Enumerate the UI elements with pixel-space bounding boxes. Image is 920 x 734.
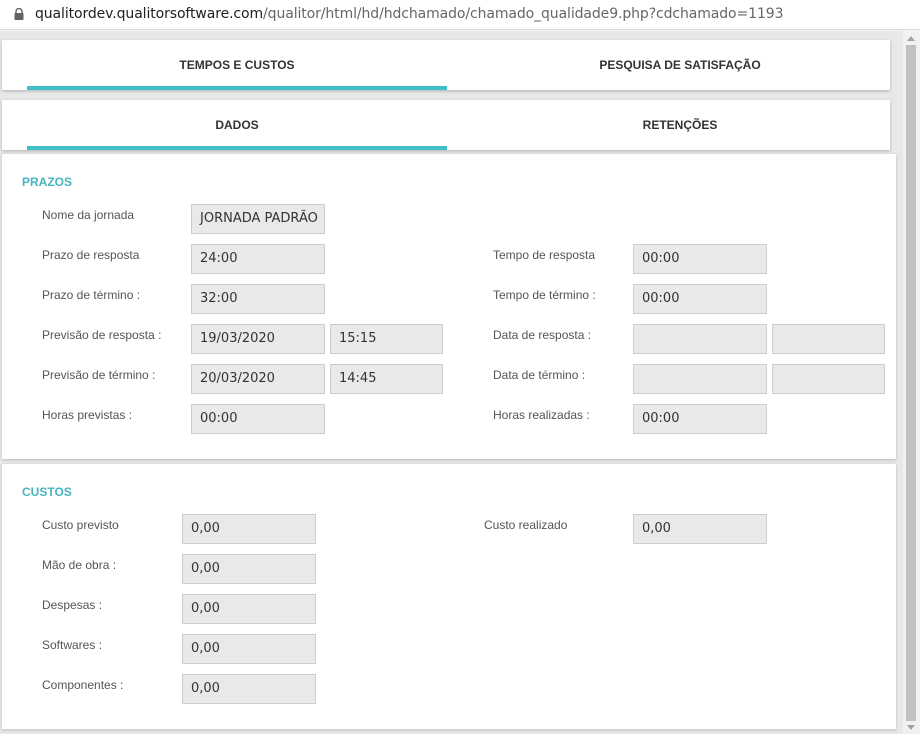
- tab-dados[interactable]: DADOS: [27, 100, 447, 150]
- prazos-section: PRAZOS Nome da jornada JORNADA PADRÃO Pr…: [2, 154, 896, 459]
- scroll-down-arrow-icon[interactable]: [907, 725, 915, 730]
- label-custo-previsto: Custo previsto: [42, 518, 119, 532]
- label-componentes: Componentes :: [42, 678, 124, 692]
- tab-pesquisa-de-satisfacao[interactable]: PESQUISA DE SATISFAÇÃO: [470, 40, 890, 90]
- horas-previstas-field[interactable]: 00:00: [191, 404, 325, 434]
- section-title-custos: CUSTOS: [22, 485, 72, 499]
- tempo-termino-field[interactable]: 00:00: [633, 284, 767, 314]
- address-bar[interactable]: qualitordev.qualitorsoftware.com/qualito…: [0, 0, 920, 30]
- despesas-field[interactable]: 0,00: [182, 594, 316, 624]
- sub-tabbar: DADOS RETENÇÕES: [2, 100, 890, 150]
- label-custo-realizado: Custo realizado: [484, 518, 568, 532]
- previsao-termino-time-field[interactable]: 14:45: [330, 364, 443, 394]
- label-previsao-resposta: Previsão de resposta :: [42, 328, 162, 342]
- label-nome-jornada: Nome da jornada: [42, 208, 135, 222]
- label-tempo-termino: Tempo de término :: [493, 288, 596, 302]
- prazo-termino-field[interactable]: 32:00: [191, 284, 325, 314]
- custo-realizado-field[interactable]: 0,00: [633, 514, 767, 544]
- label-data-resposta: Data de resposta :: [493, 328, 592, 342]
- data-resposta-date-field[interactable]: [633, 324, 767, 354]
- main-tabbar: TEMPOS E CUSTOS PESQUISA DE SATISFAÇÃO: [2, 40, 890, 90]
- url-host: qualitordev.qualitorsoftware.com: [35, 6, 264, 22]
- previsao-resposta-date-field[interactable]: 19/03/2020: [191, 324, 325, 354]
- label-prazo-termino: Prazo de término :: [42, 288, 141, 302]
- label-tempo-resposta: Tempo de resposta: [493, 248, 596, 262]
- scroll-up-arrow-icon[interactable]: [907, 36, 915, 41]
- data-termino-time-field[interactable]: [772, 364, 885, 394]
- custo-previsto-field[interactable]: 0,00: [182, 514, 316, 544]
- section-title-prazos: PRAZOS: [22, 175, 73, 189]
- nome-jornada-field[interactable]: JORNADA PADRÃO: [191, 204, 325, 234]
- label-despesas: Despesas :: [42, 598, 103, 612]
- page-content: TEMPOS E CUSTOS PESQUISA DE SATISFAÇÃO D…: [0, 31, 903, 734]
- mao-de-obra-field[interactable]: 0,00: [182, 554, 316, 584]
- data-resposta-time-field[interactable]: [772, 324, 885, 354]
- label-mao-de-obra: Mão de obra :: [42, 558, 117, 572]
- prazo-resposta-field[interactable]: 24:00: [191, 244, 325, 274]
- componentes-field[interactable]: 0,00: [182, 674, 316, 704]
- label-softwares: Softwares :: [42, 638, 103, 652]
- vertical-scrollbar[interactable]: [903, 31, 920, 734]
- horas-realizadas-field[interactable]: 00:00: [633, 404, 767, 434]
- previsao-resposta-time-field[interactable]: 15:15: [330, 324, 443, 354]
- tab-retencoes[interactable]: RETENÇÕES: [470, 100, 890, 150]
- custos-section: CUSTOS Custo previsto 0,00 Mão de obra :…: [2, 464, 896, 729]
- url-text[interactable]: qualitordev.qualitorsoftware.com/qualito…: [35, 6, 783, 22]
- label-previsao-termino: Previsão de término :: [42, 368, 156, 382]
- tempo-resposta-field[interactable]: 00:00: [633, 244, 767, 274]
- label-horas-realizadas: Horas realizadas :: [493, 408, 590, 422]
- url-path: /qualitor/html/hd/hdchamado/chamado_qual…: [263, 6, 784, 22]
- label-prazo-resposta: Prazo de resposta: [42, 248, 140, 262]
- label-horas-previstas: Horas previstas :: [42, 408, 133, 422]
- scrollbar-thumb[interactable]: [906, 45, 916, 721]
- softwares-field[interactable]: 0,00: [182, 634, 316, 664]
- lock-icon: [14, 8, 24, 20]
- previsao-termino-date-field[interactable]: 20/03/2020: [191, 364, 325, 394]
- data-termino-date-field[interactable]: [633, 364, 767, 394]
- label-data-termino: Data de término :: [493, 368, 586, 382]
- tab-tempos-e-custos[interactable]: TEMPOS E CUSTOS: [27, 40, 447, 90]
